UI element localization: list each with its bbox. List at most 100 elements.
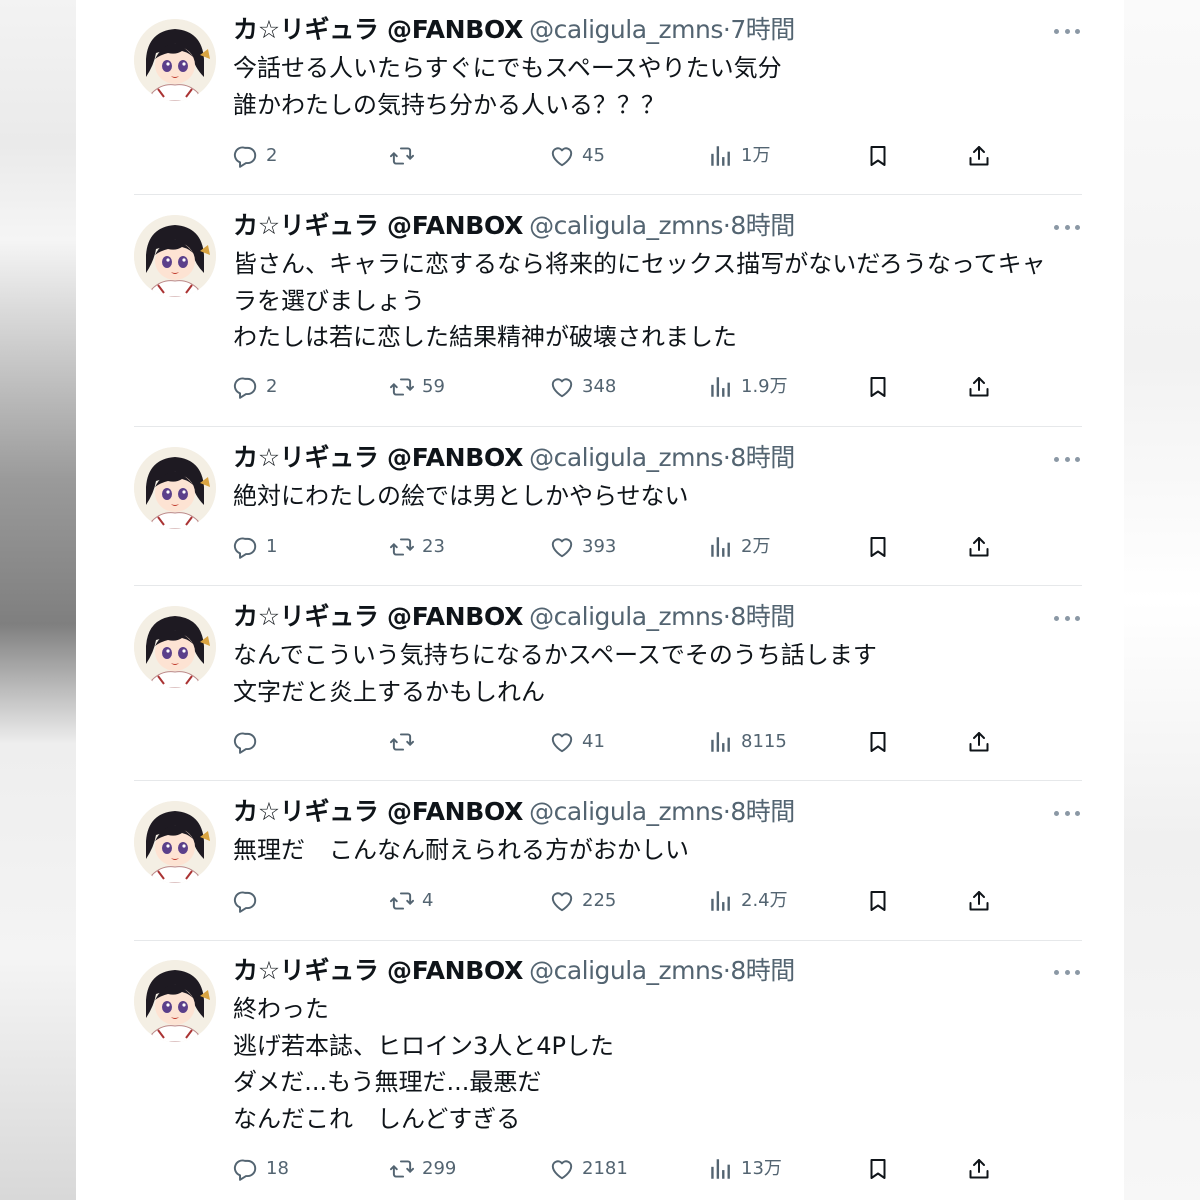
share-button[interactable] [967,727,991,757]
tweet-text-line: 逃げ若本誌、ヒロイン3人と4Pした [233,1031,615,1060]
speech-bubble-icon [233,143,259,169]
share-upload-icon [967,889,991,913]
tweet-timeline[interactable]: カ☆リギュラ @FANBOX @caligula_zmns·7時間 今話せる人いた… [134,0,1082,1200]
bar-chart-icon [708,143,734,169]
bookmark-button[interactable] [866,727,890,757]
author-name[interactable]: カ☆リギュラ @FANBOX [233,443,523,472]
bookmark-button[interactable] [866,1154,890,1184]
tweet-text: 皆さん、キャラに恋するなら将来的にセックス描写がないだろうなってキャ ラを選びまし… [233,246,1083,356]
tweet-header: カ☆リギュラ @FANBOX @caligula_zmns·8時間 [233,600,795,634]
tweet-text-line: ラを選びましょう [233,286,425,315]
reply-button[interactable]: 1 [233,532,277,562]
retweet-button[interactable]: 299 [389,1154,456,1184]
more-options-icon[interactable] [1054,223,1080,231]
author-name[interactable]: カ☆リギュラ @FANBOX [233,956,523,985]
avatar[interactable] [134,801,216,883]
tweet-header: カ☆リギュラ @FANBOX @caligula_zmns·8時間 [233,209,795,243]
like-button[interactable]: 45 [549,141,605,171]
views-button[interactable]: 1万 [708,141,770,171]
tweet-timestamp[interactable]: ·8時間 [723,956,795,985]
tweet-timestamp[interactable]: ·8時間 [723,797,795,826]
tweet-actions: 41 8115 [233,727,989,757]
views-button[interactable]: 1.9万 [708,372,788,402]
bookmark-button[interactable] [866,141,890,171]
share-button[interactable] [967,141,991,171]
author-handle[interactable]: @caligula_zmns [529,15,723,44]
more-options-icon[interactable] [1054,27,1080,35]
tweet[interactable]: カ☆リギュラ @FANBOX @caligula_zmns·8時間 無理だ こんな… [134,795,1082,920]
bar-chart-icon [708,374,734,400]
author-name[interactable]: カ☆リギュラ @FANBOX [233,211,523,240]
tweet-timestamp[interactable]: ·8時間 [723,602,795,631]
bookmark-button[interactable] [866,372,890,402]
heart-outline-icon [549,888,575,914]
like-button[interactable]: 393 [549,532,616,562]
views-button[interactable]: 13万 [708,1154,782,1184]
share-button[interactable] [967,532,991,562]
views-button[interactable]: 2万 [708,532,770,562]
views-count: 8115 [741,731,787,752]
tweet[interactable]: カ☆リギュラ @FANBOX @caligula_zmns·8時間 絶対にわたしの… [134,441,1082,566]
avatar[interactable] [134,960,216,1042]
more-options-icon[interactable] [1054,968,1080,976]
like-count: 393 [582,536,617,557]
author-name[interactable]: カ☆リギュラ @FANBOX [233,797,523,826]
heart-outline-icon [549,143,575,169]
tweet[interactable]: カ☆リギュラ @FANBOX @caligula_zmns·7時間 今話せる人いた… [134,13,1082,175]
author-handle[interactable]: @caligula_zmns [529,443,723,472]
retweet-button[interactable]: 59 [389,372,445,402]
tweet[interactable]: カ☆リギュラ @FANBOX @caligula_zmns·8時間 終わった 逃げ若… [134,954,1082,1188]
retweet-button[interactable] [389,141,422,171]
more-options-icon[interactable] [1054,809,1080,817]
reply-button[interactable]: 2 [233,141,277,171]
reply-button[interactable]: 18 [233,1154,289,1184]
tweet-timestamp[interactable]: ·8時間 [723,211,795,240]
tweet-timestamp[interactable]: ·8時間 [723,443,795,472]
avatar[interactable] [134,19,216,101]
like-button[interactable]: 348 [549,372,616,402]
retweet-arrows-icon [389,888,415,914]
like-button[interactable]: 225 [549,886,616,916]
author-name[interactable]: カ☆リギュラ @FANBOX [233,15,523,44]
share-upload-icon [967,1157,991,1181]
author-handle[interactable]: @caligula_zmns [529,797,723,826]
views-button[interactable]: 2.4万 [708,886,788,916]
bookmark-button[interactable] [866,532,890,562]
share-upload-icon [967,375,991,399]
reply-button[interactable] [233,886,266,916]
reply-button[interactable]: 2 [233,372,277,402]
tweet[interactable]: カ☆リギュラ @FANBOX @caligula_zmns·8時間 皆さん、キャラ… [134,209,1082,406]
share-button[interactable] [967,886,991,916]
author-handle[interactable]: @caligula_zmns [529,211,723,240]
author-handle[interactable]: @caligula_zmns [529,956,723,985]
share-button[interactable] [967,372,991,402]
tweet-text: なんでこういう気持ちになるかスペースでそのうち話します 文字だと炎上するかもしれん [233,637,1083,710]
tweet-timestamp[interactable]: ·7時間 [723,15,795,44]
tweet[interactable]: カ☆リギュラ @FANBOX @caligula_zmns·8時間 なんでこういう… [134,600,1082,761]
bar-chart-icon [708,729,734,755]
reply-button[interactable] [233,727,266,757]
bookmark-button[interactable] [866,886,890,916]
like-button[interactable]: 2181 [549,1154,628,1184]
speech-bubble-icon [233,374,259,400]
more-options-icon[interactable] [1054,455,1080,463]
tweet-actions: 18 299 2181 13万 [233,1154,989,1184]
retweet-button[interactable]: 23 [389,532,445,562]
speech-bubble-icon [233,729,259,755]
avatar[interactable] [134,606,216,688]
avatar[interactable] [134,447,216,529]
retweet-button[interactable] [389,727,422,757]
bar-chart-icon [708,888,734,914]
views-button[interactable]: 8115 [708,727,787,757]
retweet-count: 299 [422,1158,457,1179]
retweet-arrows-icon [389,534,415,560]
more-options-icon[interactable] [1054,614,1080,622]
retweet-arrows-icon [389,143,415,169]
author-name[interactable]: カ☆リギュラ @FANBOX [233,602,523,631]
share-button[interactable] [967,1154,991,1184]
like-button[interactable]: 41 [549,727,605,757]
reply-count: 18 [266,1158,289,1179]
retweet-button[interactable]: 4 [389,886,433,916]
author-handle[interactable]: @caligula_zmns [529,602,723,631]
avatar[interactable] [134,215,216,297]
